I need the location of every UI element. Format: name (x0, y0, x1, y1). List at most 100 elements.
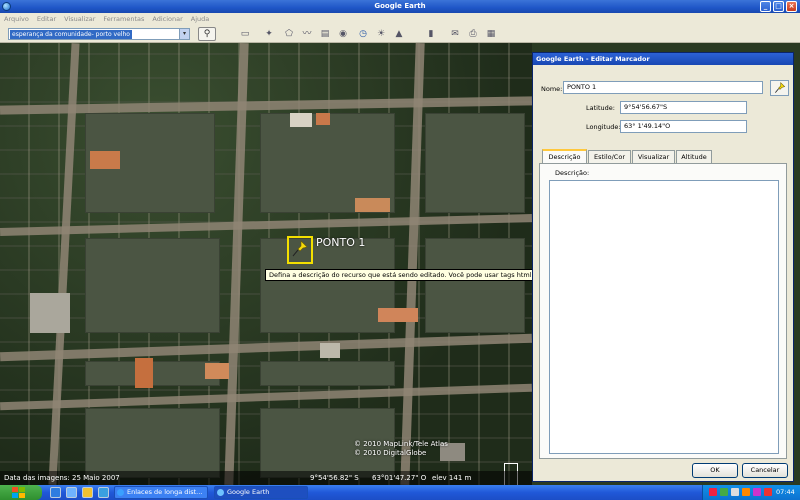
status-longitude: 63°01'47.27" O (372, 474, 427, 482)
status-bar: Data das imagens: 25 Maio 2007 9°54'56.8… (0, 471, 532, 485)
tooltip: Defina a descrição do recurso que está s… (265, 269, 532, 281)
search-button[interactable]: ⚲ (198, 27, 216, 41)
map-copyright: © 2010 MapLink/Tele Atlas © 2010 Digital… (354, 440, 448, 458)
system-tray: 07:44 (702, 485, 800, 500)
add-path-icon[interactable]: 〰 (300, 28, 314, 40)
windows-logo-icon (12, 487, 25, 498)
task-enlaces[interactable]: Enlaces de longa dist... (114, 486, 208, 499)
roof (290, 113, 312, 127)
map-view[interactable]: PONTO 1 Defina a descrição do recurso qu… (0, 43, 532, 485)
image-overlay-icon[interactable]: ▤ (318, 28, 332, 40)
sunlight-icon[interactable]: ☀ (374, 28, 388, 40)
quicklaunch-folder-icon[interactable] (82, 487, 93, 498)
quicklaunch-desktop-icon[interactable] (66, 487, 77, 498)
clock[interactable]: 07:44 (776, 488, 795, 496)
description-textarea[interactable] (549, 180, 779, 454)
search-input[interactable]: esperança da comunidade- porto velho ▾ (8, 28, 190, 40)
taskbar: Enlaces de longa dist... Google Earth 07… (0, 485, 800, 500)
email-icon[interactable]: ✉ (448, 28, 462, 40)
tray-security-icon[interactable] (764, 488, 772, 496)
roof (30, 293, 70, 333)
tray-app-icon[interactable] (753, 488, 761, 496)
roof (135, 358, 153, 388)
pin-style-button[interactable] (770, 80, 789, 96)
tray-network-icon[interactable] (720, 488, 728, 496)
menu-ferramentas[interactable]: Ferramentas (103, 15, 144, 23)
view-in-maps-icon[interactable]: ▦ (484, 28, 498, 40)
menu-arquivo[interactable]: Arquivo (4, 15, 29, 23)
window-title: Google Earth (374, 2, 426, 10)
road (400, 43, 425, 485)
city-block (260, 238, 395, 333)
city-block (85, 238, 220, 333)
placemark-selection[interactable] (287, 236, 313, 264)
placemark-label: PONTO 1 (316, 236, 366, 249)
pushpin-icon (292, 240, 308, 257)
google-earth-icon (217, 489, 224, 496)
roof (355, 198, 390, 212)
status-latitude: 9°54'56.82" S (310, 474, 359, 482)
name-field[interactable]: PONTO 1 (563, 81, 763, 94)
roof (205, 363, 229, 379)
road (0, 333, 532, 362)
city-block (85, 408, 220, 478)
toolbar: esperança da comunidade- porto velho ▾ ⚲… (0, 25, 800, 43)
edit-placemark-dialog: Google Earth - Editar Marcador Nome: PON… (532, 52, 794, 482)
copyright-line-1: © 2010 MapLink/Tele Atlas (354, 440, 448, 448)
road (0, 214, 532, 236)
ok-button[interactable]: OK (692, 463, 738, 478)
ruler-icon[interactable]: ▮ (424, 28, 438, 40)
menu-bar: Arquivo Editar Visualizar Ferramentas Ad… (0, 13, 800, 25)
tab-estilo-cor[interactable]: Estilo/Cor (588, 150, 631, 163)
road (0, 96, 532, 115)
task-google-earth[interactable]: Google Earth (214, 486, 308, 499)
roof (90, 151, 120, 169)
city-block (425, 238, 525, 333)
tab-visualizar[interactable]: Visualizar (632, 150, 675, 163)
roof (316, 113, 330, 125)
longitude-label: Longitude: (586, 123, 621, 131)
minimize-button[interactable]: _ (760, 1, 771, 12)
maximize-button[interactable]: □ (773, 1, 784, 12)
tray-volume-icon[interactable] (731, 488, 739, 496)
task-google-earth-label: Google Earth (227, 488, 270, 496)
historical-imagery-icon[interactable]: ◷ (356, 28, 370, 40)
latitude-label: Latitude: (586, 104, 615, 112)
close-button[interactable]: × (786, 1, 797, 12)
sidebar-toggle-icon[interactable]: ▭ (238, 28, 252, 40)
menu-ajuda[interactable]: Ajuda (191, 15, 209, 23)
name-label: Nome: (541, 85, 563, 93)
add-placemark-icon[interactable]: ✦ (262, 28, 276, 40)
quicklaunch-ie-icon[interactable] (50, 487, 61, 498)
tray-update-icon[interactable] (742, 488, 750, 496)
record-tour-icon[interactable]: ◉ (336, 28, 350, 40)
description-label: Descrição: (555, 169, 590, 177)
status-elevation: elev 141 m (432, 474, 472, 482)
tab-descricao[interactable]: Descrição (542, 149, 587, 163)
menu-visualizar[interactable]: Visualizar (64, 15, 95, 23)
ie-icon (117, 489, 124, 496)
print-icon[interactable]: ⎙ (466, 28, 480, 40)
imagery-date: Data das imagens: 25 Maio 2007 (4, 474, 120, 482)
pushpin-icon (775, 82, 786, 93)
latitude-field[interactable]: 9°54'56.67"S (620, 101, 747, 114)
copyright-line-2: © 2010 DigitalGlobe (354, 449, 427, 457)
roof (320, 343, 340, 358)
chevron-down-icon[interactable]: ▾ (179, 29, 189, 39)
title-bar: Google Earth _ □ × (0, 0, 800, 13)
start-button[interactable] (0, 485, 42, 500)
city-block (425, 113, 525, 213)
longitude-field[interactable]: 63° 1'49.14"O (620, 120, 747, 133)
tab-altitude[interactable]: Altitude (676, 150, 712, 163)
quicklaunch-media-icon[interactable] (98, 487, 109, 498)
road (0, 383, 532, 411)
menu-adicionar[interactable]: Adicionar (152, 15, 182, 23)
menu-editar[interactable]: Editar (37, 15, 56, 23)
task-enlaces-label: Enlaces de longa dist... (127, 488, 203, 496)
tray-antivirus-icon[interactable] (709, 488, 717, 496)
sky-icon[interactable]: ▲ (392, 28, 406, 40)
dialog-title: Google Earth - Editar Marcador (533, 53, 793, 65)
search-icon: ⚲ (203, 29, 211, 39)
cancel-button[interactable]: Cancelar (742, 463, 788, 478)
add-polygon-icon[interactable]: ⬠ (282, 28, 296, 40)
